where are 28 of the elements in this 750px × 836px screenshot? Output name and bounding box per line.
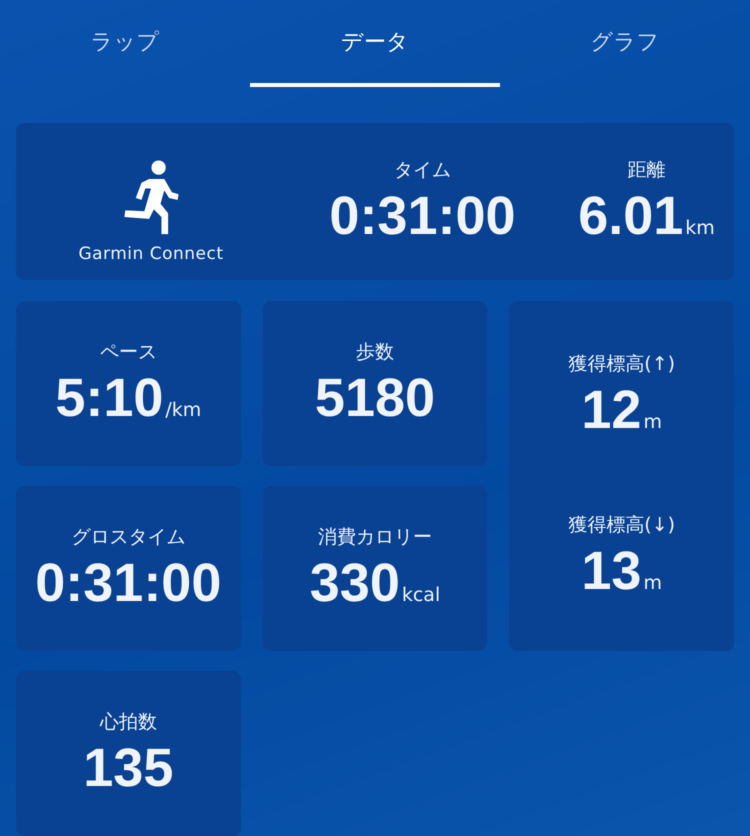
stat-label: 獲得標高(↓) (568, 512, 676, 538)
stat-unit: kcal (402, 584, 440, 606)
stat-label: ペース (100, 340, 157, 364)
tab[interactable]: データ (250, 0, 500, 87)
stat-value: 12 (581, 378, 642, 440)
stat-unit: m (643, 410, 662, 432)
stat-value: 13 (581, 540, 642, 602)
stat-label: 心拍数 (100, 710, 157, 734)
stat-value: 6.01 (578, 184, 684, 246)
stat-unit: m (643, 572, 662, 594)
stat-label: 消費カロリー (318, 524, 432, 550)
stat-label: 距離 (628, 158, 666, 182)
stat-label: 歩数 (356, 340, 394, 364)
stat-value: 0:31:00 (35, 552, 222, 614)
stat-value: 5:10 (55, 366, 164, 428)
stat-value: 5180 (314, 366, 436, 428)
stat-value: 330 (310, 552, 400, 614)
runner-icon (122, 160, 180, 236)
app-label: Garmin Connect (78, 244, 224, 264)
stat-label: 獲得標高(↑) (568, 352, 676, 376)
stat-label: グロスタイム (71, 524, 186, 550)
stat-unit: km (685, 216, 715, 238)
stat-unit: /km (165, 398, 202, 420)
tab[interactable]: グラフ (500, 0, 750, 87)
tab[interactable]: ラップ (0, 0, 250, 87)
stat-value: 135 (83, 736, 174, 798)
stat-label: タイム (394, 158, 451, 182)
stat-value: 0:31:00 (329, 184, 516, 246)
